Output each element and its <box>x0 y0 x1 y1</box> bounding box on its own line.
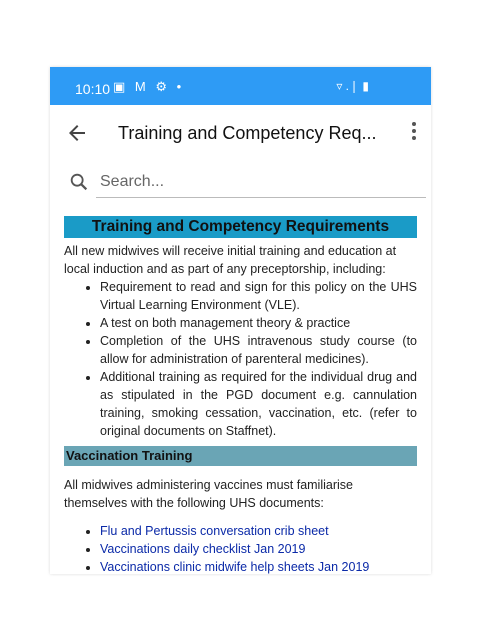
notification-icons: ▣ M ⚙ • <box>113 79 185 94</box>
status-bar: 10:10 ▣ M ⚙ • ▿ .❘ ▮ <box>50 67 431 105</box>
requirements-list: Requirement to read and sign for this po… <box>64 278 417 440</box>
system-icons: ▿ .❘ ▮ <box>336 79 369 93</box>
phone-screen: 10:10 ▣ M ⚙ • ▿ .❘ ▮ Training and Compet… <box>50 67 431 574</box>
search-bar <box>66 167 426 201</box>
list-item: A test on both management theory & pract… <box>100 314 417 332</box>
vaccination-paragraph: All midwives administering vaccines must… <box>64 478 353 510</box>
list-item: Additional training as required for the … <box>100 368 417 440</box>
document-links: Flu and Pertussis conversation crib shee… <box>64 522 417 574</box>
document-link[interactable]: Flu and Pertussis conversation crib shee… <box>100 524 329 538</box>
document-content: Training and Competency Requirements All… <box>64 216 417 574</box>
app-bar: Training and Competency Req... <box>50 105 431 161</box>
page-title: Training and Competency Req... <box>118 123 377 143</box>
back-arrow-icon[interactable] <box>65 121 89 145</box>
list-item: Vaccinations daily checklist Jan 2019 <box>100 540 417 558</box>
list-item: Flu and Pertussis conversation crib shee… <box>100 522 417 540</box>
search-icon[interactable] <box>68 171 88 191</box>
intro-paragraph: All new midwives will receive initial tr… <box>64 244 397 276</box>
section-heading: Training and Competency Requirements <box>64 216 417 238</box>
list-item: Vaccinations clinic midwife help sheets … <box>100 558 417 574</box>
document-link[interactable]: Vaccinations daily checklist Jan 2019 <box>100 542 305 556</box>
document-link[interactable]: Vaccinations clinic midwife help sheets … <box>100 560 369 574</box>
more-options-icon[interactable] <box>409 121 419 141</box>
search-input[interactable] <box>96 167 426 198</box>
status-time: 10:10 <box>75 81 111 97</box>
list-item: Requirement to read and sign for this po… <box>100 278 417 314</box>
list-item: Completion of the UHS intravenous study … <box>100 332 417 368</box>
subsection-heading: Vaccination Training <box>64 446 417 466</box>
